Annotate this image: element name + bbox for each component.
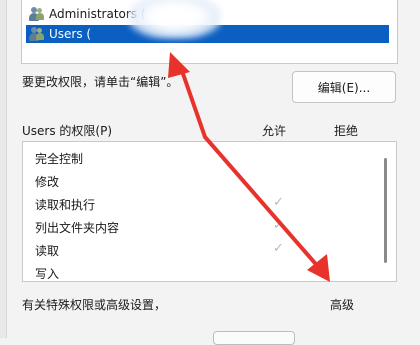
edit-hint-text: 要更改权限，请单击“编辑”。 xyxy=(22,75,179,89)
allow-check-icon: ✓ xyxy=(273,195,284,210)
list-item-administrators[interactable]: Administrators ( xyxy=(28,5,146,23)
ok-button[interactable] xyxy=(213,331,295,345)
arrow-to-users-line xyxy=(179,66,207,139)
permissions-scrollbar[interactable] xyxy=(384,158,387,263)
edit-button[interactable]: 编辑(E)... xyxy=(292,71,396,103)
permission-row: 读取和执行 xyxy=(35,198,96,212)
allow-check-icon: ✓ xyxy=(273,241,284,256)
user-group-icon xyxy=(28,27,45,41)
permissions-header-deny: 拒绝 xyxy=(334,124,359,138)
permission-row: 读取 xyxy=(35,244,60,258)
group-user-list[interactable]: Administrators ( Users ( xyxy=(21,0,398,64)
permissions-header-title: Users 的权限(P) xyxy=(22,124,113,138)
special-permissions-text: 有关特殊权限或高级设置， xyxy=(22,298,167,312)
permissions-header-allow: 允许 xyxy=(262,124,287,138)
advanced-button[interactable]: 高级 xyxy=(330,296,354,313)
allow-check-icon: ✓ xyxy=(273,218,284,233)
redaction-blur xyxy=(129,0,221,39)
window-edge xyxy=(0,0,7,338)
permission-row: 完全控制 xyxy=(35,152,84,166)
group-name: Users ( xyxy=(49,27,92,41)
permissions-list: 完全控制 修改 读取和执行 ✓ 列出文件夹内容 ✓ 读取 ✓ 写入 xyxy=(22,141,397,282)
permission-row: 修改 xyxy=(35,175,60,189)
user-group-icon xyxy=(28,7,45,21)
permission-row: 写入 xyxy=(35,267,60,281)
permission-row: 列出文件夹内容 xyxy=(35,221,120,235)
